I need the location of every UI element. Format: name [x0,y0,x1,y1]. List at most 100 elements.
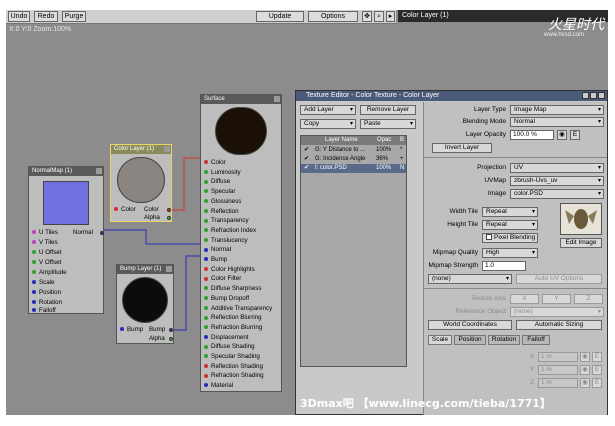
automatic-sizing-button[interactable]: Automatic Sizing [516,320,602,330]
envelope-icon[interactable]: ◉ [580,365,590,375]
port-scale[interactable]: Scale [32,279,54,287]
port-dot[interactable] [204,354,208,359]
port-dot[interactable] [204,286,208,291]
close-icon[interactable] [598,92,605,99]
port-position[interactable]: Position [32,289,61,297]
axis-y-button[interactable]: Y [542,294,571,304]
surface-input-refraction-index[interactable]: Refraction Index [204,227,256,235]
port-dot[interactable] [204,257,208,262]
port-amplitude[interactable]: Amplitude [32,269,67,277]
port-dot[interactable] [204,170,208,175]
layer-row[interactable]: ✔ G: Y Distance to ... 100% * [301,146,406,155]
surface-input-refraction-blurring[interactable]: Refraction Blurring [204,324,262,332]
envelope-icon[interactable]: ◉ [580,378,590,388]
mipmap-strength-field[interactable]: 1.0 [482,261,526,271]
edit-image-button[interactable]: Edit Image [560,238,602,248]
port-dot[interactable] [204,334,208,339]
surface-input-displacement[interactable]: Displacement [204,334,249,342]
add-layer-button[interactable]: Add Layer ▾ [300,105,356,115]
surface-input-additive-transparency[interactable]: Additive Transparency [204,305,272,313]
port-dot[interactable] [204,208,208,213]
uvmap-select[interactable]: zbrush-Uvs_uv ▾ [510,176,604,186]
layer-list[interactable]: Layer Name Opac B ✔ G: Y Distance to ...… [300,135,407,367]
surface-input-color-filter[interactable]: Color Filter [204,275,241,283]
surface-input-bump[interactable]: Bump [204,256,227,264]
port-dot[interactable] [204,189,208,194]
port-rotation[interactable]: Rotation [32,299,62,307]
color-output-dot[interactable] [167,208,171,212]
auto-uv-options-button[interactable]: Auto UV Options [516,274,602,284]
layer-row[interactable]: ✔ G: Incidence Angle 36% + [301,155,406,164]
port-dot[interactable] [204,383,208,388]
port-v-tiles[interactable]: V Tiles [32,239,58,247]
surface-input-bump-dropoff[interactable]: Bump Dropoff [204,295,249,303]
minimize-icon[interactable] [582,92,589,99]
port-dot[interactable] [204,247,208,252]
world-coordinates-button[interactable]: World Coordinates [428,320,512,330]
layer-type-select[interactable]: Image Map ▾ [510,105,604,115]
tab-scale[interactable]: Scale [428,335,452,345]
image-select[interactable]: color.PSD ▾ [510,189,604,199]
surface-input-material[interactable]: Material [204,382,233,390]
port-dot[interactable] [204,276,208,281]
surface-input-reflection-shading[interactable]: Reflection Shading [204,363,263,371]
bumplayer-node-title[interactable]: Bump Layer (1) [117,265,173,274]
scale-x-field[interactable]: 1 m [538,352,578,362]
surface-node[interactable]: Surface Color Luminosity Diffuse Specular Gl… [200,94,282,392]
remove-layer-button[interactable]: Remove Layer [360,105,416,115]
alpha-output-dot[interactable] [169,337,173,341]
colorlayer-node-title[interactable]: Color Layer (1) [111,145,171,154]
port-normal-output[interactable]: Normal [73,229,93,237]
surface-input-refraction-shading[interactable]: Refraction Shading [204,372,264,380]
port-u-tiles[interactable]: U Tiles [32,229,58,237]
layer-row-selected[interactable]: ✔ I: color.PSD 100% N [301,164,406,173]
tab-position[interactable]: Position [454,335,486,345]
port-u-offset[interactable]: U Offset [32,249,62,257]
tab-rotation[interactable]: Rotation [488,335,520,345]
surface-input-reflection-blurring[interactable]: Reflection Blurring [204,314,262,322]
surface-input-luminosity[interactable]: Luminosity [204,169,241,177]
port-alpha-output[interactable]: Alpha [144,214,160,222]
port-v-offset[interactable]: V Offset [32,259,61,267]
port-color-input[interactable]: Color [114,206,136,214]
invert-layer-button[interactable]: Invert Layer [432,143,492,153]
surface-node-title[interactable]: Surface [201,95,281,104]
layer-opacity-field[interactable]: 100.0 % [510,130,554,140]
surface-input-specular-shading[interactable]: Specular Shading [204,353,260,361]
axis-x-button[interactable]: X [510,294,539,304]
envelope-edit-button[interactable]: E [592,378,602,388]
none-select[interactable]: (none) ▾ [428,274,512,284]
surface-input-color-highlights[interactable]: Color Highlights [204,266,255,274]
colorlayer-node[interactable]: Color Layer (1) Color Color Alpha [110,144,172,222]
port-bump-input[interactable]: Bump [120,326,143,334]
envelope-edit-button[interactable]: E [592,365,602,375]
port-dot[interactable] [204,160,208,165]
surface-input-diffuse-shading[interactable]: Diffuse Shading [204,343,255,351]
port-dot[interactable] [204,364,208,369]
normalmap-node[interactable]: NormalMap (1) U Tiles V Tiles U Offset V… [28,166,104,314]
scale-z-field[interactable]: 1 m [538,378,578,388]
port-dot[interactable] [204,199,208,204]
surface-input-color[interactable]: Color [204,159,226,167]
normalmap-node-title[interactable]: NormalMap (1) [29,167,103,176]
alpha-output-dot[interactable] [167,216,171,220]
tab-falloff[interactable]: Falloff [522,335,550,345]
height-tile-select[interactable]: Repeat ▾ [482,220,538,230]
surface-input-diffuse-sharpness[interactable]: Diffuse Sharpness [204,285,261,293]
width-tile-select[interactable]: Repeat ▾ [482,207,538,217]
projection-select[interactable]: UV ▾ [510,163,604,173]
surface-input-specular[interactable]: Specular [204,188,235,196]
blending-mode-select[interactable]: Normal ▾ [510,117,604,127]
port-dot[interactable] [204,267,208,272]
surface-input-glossiness[interactable]: Glossiness [204,198,241,206]
surface-input-transparency[interactable]: Transparency [204,217,249,225]
surface-input-diffuse[interactable]: Diffuse [204,178,230,186]
port-dot[interactable] [204,315,208,320]
reference-object-select[interactable]: (none) ▾ [510,307,604,317]
port-dot[interactable] [204,228,208,233]
port-falloff[interactable]: Falloff [32,307,56,315]
port-color-output[interactable]: Color [144,206,159,214]
port-dot[interactable] [204,344,208,349]
normal-output-dot[interactable] [100,231,104,235]
port-dot[interactable] [204,325,208,330]
